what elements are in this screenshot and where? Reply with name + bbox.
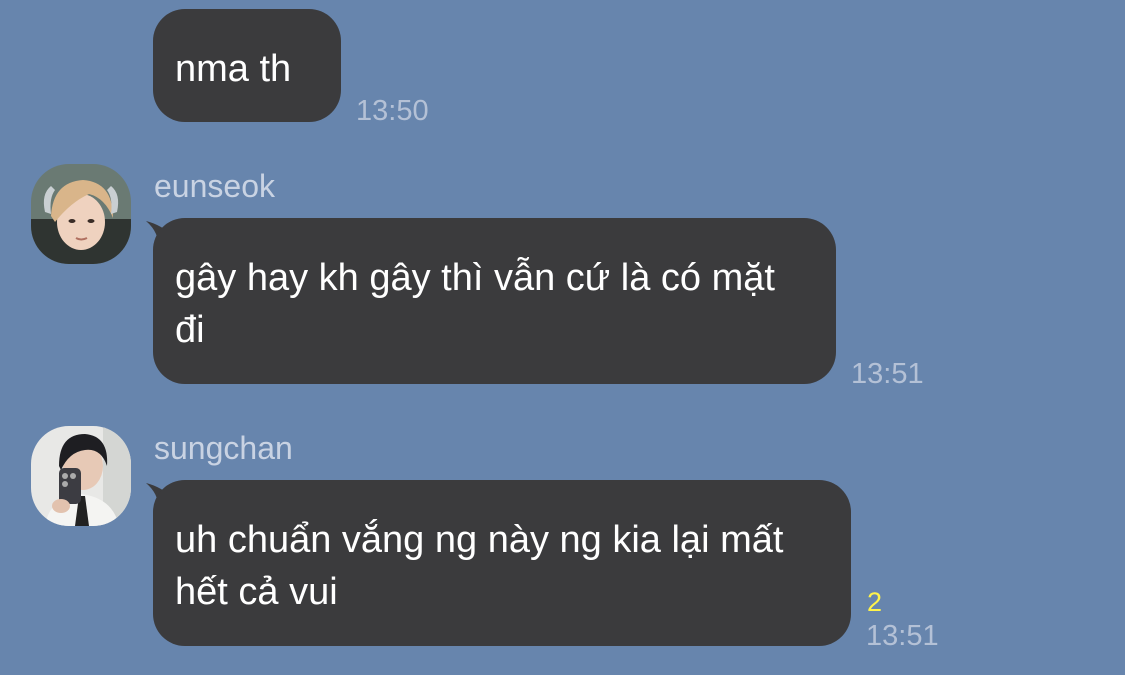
message-text: uh chuẩn vắng ng này ng kia lại mất hết … bbox=[175, 519, 784, 613]
message-text: nma th bbox=[175, 48, 292, 90]
message-bubble[interactable]: gây hay kh gây thì vẫn cứ là có mặt đi bbox=[153, 218, 836, 384]
avatar-sungchan-photo-icon bbox=[31, 426, 131, 526]
avatar[interactable] bbox=[31, 164, 131, 264]
avatar[interactable] bbox=[31, 426, 131, 526]
message-bubble[interactable]: nma th bbox=[153, 9, 341, 122]
message-timestamp: 13:51 bbox=[866, 620, 939, 652]
message-timestamp: 13:50 bbox=[356, 95, 429, 127]
message-text: gây hay kh gây thì vẫn cứ là có mặt đi bbox=[175, 257, 775, 351]
message-bubble[interactable]: uh chuẩn vắng ng này ng kia lại mất hết … bbox=[153, 480, 851, 646]
sender-name: eunseok bbox=[154, 168, 275, 204]
read-count: 2 bbox=[867, 587, 883, 617]
sender-name: sungchan bbox=[154, 430, 293, 466]
avatar-eunseok-photo-icon bbox=[31, 164, 131, 264]
message-timestamp: 13:51 bbox=[851, 358, 924, 390]
chat-thread: nma th 13:50 eunseok gây hay kh gây thì … bbox=[0, 0, 1125, 675]
